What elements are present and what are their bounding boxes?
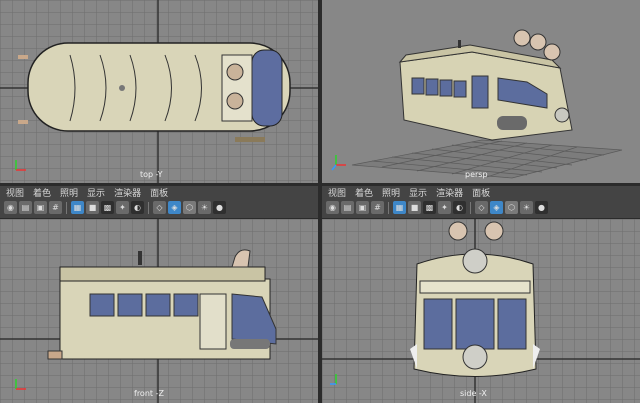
maya-workspace: top -Y persp 视图 着色 照明 显示 渲染器 面板 ◉ ▤ ▣ # … [0,0,640,403]
grid-icon[interactable]: # [371,201,384,214]
menu-view[interactable]: 视图 [6,186,24,199]
menu-shading[interactable]: 着色 [33,186,51,199]
menu-shading[interactable]: 着色 [355,186,373,199]
light-icon[interactable]: ✦ [438,201,451,214]
camera-icon[interactable]: ◉ [4,201,17,214]
film-icon[interactable]: ▣ [356,201,369,214]
viewport-persp-canvas [322,0,640,183]
render-icon[interactable]: ● [213,201,226,214]
panel-menu-right: 视图 着色 照明 显示 渲染器 面板 [322,186,640,199]
menu-view[interactable]: 视图 [328,186,346,199]
panel-toolbar-left: ◉ ▤ ▣ # ▦ ■ ▩ ✦ ◐ ◇ ◈ ⬡ ☀ ● [0,199,318,216]
menu-panels[interactable]: 面板 [472,186,490,199]
viewport-top[interactable]: top -Y [0,0,318,183]
menu-renderer[interactable]: 渲染器 [114,186,141,199]
viewport-persp[interactable]: persp [322,0,640,183]
viewport-side[interactable]: side -X [322,219,640,403]
resolution-gate-icon[interactable]: ⬡ [183,201,196,214]
menu-show[interactable]: 显示 [87,186,105,199]
light-icon[interactable]: ✦ [116,201,129,214]
texture-icon[interactable]: ▩ [101,201,114,214]
viewport-top-canvas [0,0,318,183]
xray-icon[interactable]: ◇ [475,201,488,214]
resolution-gate-icon[interactable]: ⬡ [505,201,518,214]
camera-icon[interactable]: ◉ [326,201,339,214]
menu-lighting[interactable]: 照明 [382,186,400,199]
panel-menu-left: 视图 着色 照明 显示 渲染器 面板 [0,186,318,199]
panel-menubar-right: 视图 着色 照明 显示 渲染器 面板 ◉ ▤ ▣ # ▦ ■ ▩ ✦ ◐ ◇ ◈… [322,186,640,218]
shadow-icon[interactable]: ◐ [453,201,466,214]
shadow-icon[interactable]: ◐ [131,201,144,214]
texture-icon[interactable]: ▩ [423,201,436,214]
wireframe-icon[interactable]: ▦ [393,201,406,214]
viewport-front-canvas [0,219,318,403]
xray-icon[interactable]: ◇ [153,201,166,214]
panel-toolbar-right: ◉ ▤ ▣ # ▦ ■ ▩ ✦ ◐ ◇ ◈ ⬡ ☀ ● [322,199,640,216]
isolate-icon[interactable]: ◈ [490,201,503,214]
menu-show[interactable]: 显示 [409,186,427,199]
menu-renderer[interactable]: 渲染器 [436,186,463,199]
viewport-persp-label: persp [465,170,488,179]
bookmark-icon[interactable]: ▤ [19,201,32,214]
viewport-side-label: side -X [460,389,487,398]
viewport-front[interactable]: front -Z [0,219,318,403]
smooth-shade-icon[interactable]: ■ [408,201,421,214]
sun-icon[interactable]: ☀ [520,201,533,214]
film-icon[interactable]: ▣ [34,201,47,214]
render-icon[interactable]: ● [535,201,548,214]
viewport-front-label: front -Z [134,389,164,398]
menu-panels[interactable]: 面板 [150,186,168,199]
grid-icon[interactable]: # [49,201,62,214]
sun-icon[interactable]: ☀ [198,201,211,214]
viewport-side-canvas [322,219,640,403]
isolate-icon[interactable]: ◈ [168,201,181,214]
wireframe-icon[interactable]: ▦ [71,201,84,214]
tram-top-model [18,42,291,142]
panel-menubar-left: 视图 着色 照明 显示 渲染器 面板 ◉ ▤ ▣ # ▦ ■ ▩ ✦ ◐ ◇ ◈… [0,186,318,218]
menu-lighting[interactable]: 照明 [60,186,78,199]
viewport-top-label: top -Y [140,170,163,179]
bookmark-icon[interactable]: ▤ [341,201,354,214]
smooth-shade-icon[interactable]: ■ [86,201,99,214]
